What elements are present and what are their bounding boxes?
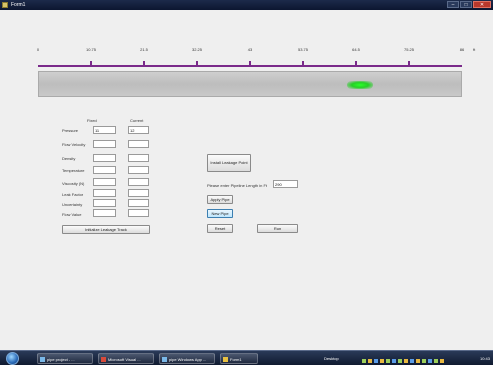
app-window-icon (162, 357, 167, 362)
maximize-button[interactable]: □ (460, 1, 472, 8)
pressure-fixed-field[interactable] (93, 126, 116, 134)
power-icon[interactable] (440, 359, 444, 363)
leak-indicator (347, 81, 373, 89)
taskbar-item-label: pipe Windows App ... (169, 357, 207, 362)
update-icon[interactable] (380, 359, 384, 363)
tick-label: 86 (459, 47, 465, 52)
window-titlebar[interactable]: Form1 – □ ✕ (0, 0, 493, 10)
uncertainty-current-field[interactable] (128, 199, 149, 207)
taskbar-item[interactable]: Microsoft Visual ... (98, 353, 154, 364)
tick-label: 43 (247, 47, 253, 52)
row-label: Density (62, 156, 76, 161)
track-mark (143, 61, 145, 66)
track-mark (249, 61, 251, 66)
mail-icon[interactable] (398, 359, 402, 363)
uncertainty-fixed-field[interactable] (93, 199, 116, 207)
flow-value-current-field[interactable] (128, 209, 149, 217)
temperature-current-field[interactable] (128, 166, 149, 174)
flow-velocity-current-field[interactable] (128, 140, 149, 148)
new-pipe-button[interactable]: New Pipe (207, 209, 233, 218)
taskbar-item-label: pipe project - ... (47, 357, 75, 362)
temperature-fixed-field[interactable] (93, 166, 116, 174)
row-label: Leak Factor (62, 192, 84, 197)
tick-label: 75.25 (403, 47, 415, 52)
row-label: Temperature (62, 168, 85, 173)
chat-icon[interactable] (392, 359, 396, 363)
sync-icon[interactable] (404, 359, 408, 363)
taskbar-item[interactable]: pipe project - ... (37, 353, 93, 364)
tick-label: 21.5 (140, 47, 148, 52)
taskbar-item-label: Microsoft Visual ... (108, 357, 141, 362)
pipeline-length-label: Please enter Pipeline Length in Ft (207, 183, 268, 188)
taskbar-item[interactable]: pipe Windows App ... (159, 353, 215, 364)
taskbar: pipe project - ... Microsoft Visual ... … (0, 350, 493, 365)
leak-factor-current-field[interactable] (128, 189, 149, 197)
initialize-leakage-track-button[interactable]: Initialize Leakage Track (62, 225, 150, 234)
form-icon (223, 357, 228, 362)
run-button[interactable]: Run (257, 224, 298, 233)
tray-icons[interactable] (362, 356, 446, 365)
network-icon[interactable] (362, 359, 366, 363)
shield-icon[interactable] (374, 359, 378, 363)
row-label: Flow Value (62, 212, 82, 217)
tick-label: 10.75 (85, 47, 97, 52)
viscosity-fixed-field[interactable] (93, 178, 116, 186)
pipeline-length-field[interactable] (273, 180, 298, 188)
keyboard-icon[interactable] (428, 359, 432, 363)
system-tray: Desktop 10:43 (322, 353, 493, 364)
flag-icon[interactable] (434, 359, 438, 363)
density-current-field[interactable] (128, 154, 149, 162)
density-fixed-field[interactable] (93, 154, 116, 162)
start-button[interactable] (6, 352, 19, 365)
minimize-button[interactable]: – (447, 1, 459, 8)
row-label: Flow Velocity (62, 142, 86, 147)
flow-velocity-fixed-field[interactable] (93, 140, 116, 148)
close-button[interactable]: ✕ (473, 1, 491, 8)
taskbar-item-label: Form1 (230, 357, 242, 362)
current-column-header: Current (130, 118, 144, 123)
reset-button[interactable]: Reset (207, 224, 233, 233)
tick-label: 32.25 (191, 47, 203, 52)
pressure-current-field[interactable] (128, 126, 149, 134)
install-leakage-point-button[interactable]: Install Leakage Point (207, 154, 251, 172)
form-client-area (0, 10, 493, 350)
leak-display-strip (38, 71, 462, 97)
tick-label: 0 (36, 47, 40, 52)
row-label: Pressure (62, 128, 79, 133)
row-label: Viscosity (N) (62, 181, 85, 186)
tick-label: 53.75 (297, 47, 309, 52)
tick-label: 64.5 (352, 47, 360, 52)
taskbar-item-form1[interactable]: Form1 (220, 353, 258, 364)
apply-pipe-button[interactable]: Apply Pipe (207, 195, 233, 204)
track-mark (90, 61, 92, 66)
track-mark (196, 61, 198, 66)
desktop-toolbar-label[interactable]: Desktop (324, 353, 339, 364)
clock[interactable]: 10:43 (480, 353, 490, 364)
battery-icon[interactable] (386, 359, 390, 363)
visual-studio-icon (101, 357, 106, 362)
app-icon (2, 2, 8, 8)
fixed-column-header: Fixed (87, 118, 97, 123)
track-mark (355, 61, 357, 66)
folder-icon (40, 357, 45, 362)
leak-factor-fixed-field[interactable] (93, 189, 116, 197)
row-label: Uncertainty (62, 202, 83, 207)
volume-icon[interactable] (368, 359, 372, 363)
printer-icon[interactable] (410, 359, 414, 363)
bluetooth-icon[interactable] (422, 359, 426, 363)
window-title: Form1 (11, 2, 26, 8)
scale-unit-label: ft (473, 47, 476, 52)
distance-scale: 0 10.75 21.5 32.25 43 53.75 64.5 75.25 8… (0, 47, 493, 55)
track-mark (302, 61, 304, 66)
viscosity-current-field[interactable] (128, 178, 149, 186)
antivirus-icon[interactable] (416, 359, 420, 363)
track-mark (408, 61, 410, 66)
flow-value-fixed-field[interactable] (93, 209, 116, 217)
